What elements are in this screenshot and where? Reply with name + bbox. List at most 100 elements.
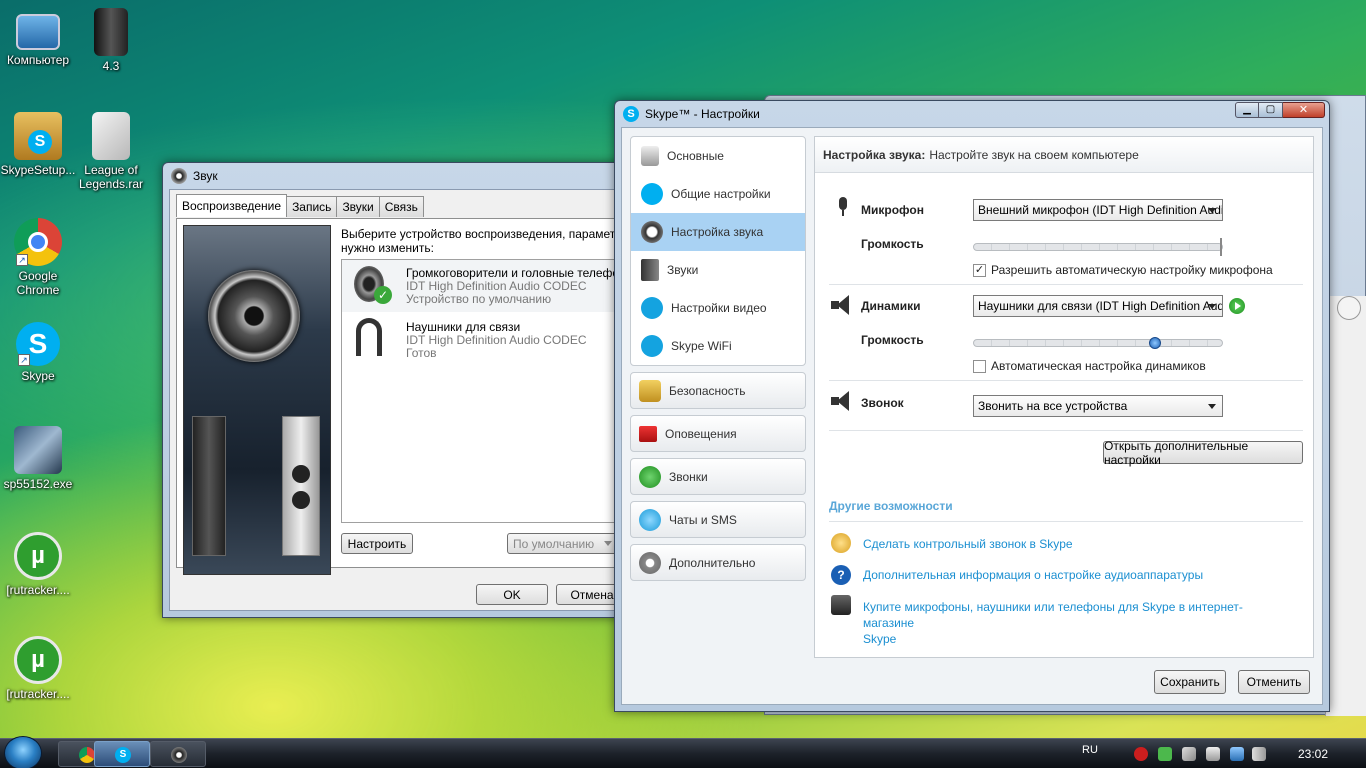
usb-icon[interactable] — [1206, 747, 1220, 761]
microphone-volume-thumb[interactable] — [1220, 238, 1222, 256]
nav-item-audio-settings[interactable]: Настройка звука — [631, 213, 805, 251]
desktop-icon-google-chrome[interactable]: ↗ Google Chrome — [0, 218, 76, 297]
device-row-headphones[interactable]: Наушники для связи IDT High Definition A… — [342, 314, 630, 364]
nav-group-general: Основные Общие настройки Настройка звука… — [630, 136, 806, 366]
play-test-button[interactable] — [1229, 298, 1245, 314]
speaker-illustration — [183, 225, 331, 575]
divider — [829, 430, 1303, 431]
minimize-button[interactable]: ▁ — [1235, 102, 1259, 118]
maximize-button[interactable]: ▢ — [1259, 102, 1283, 118]
skype-icon: S ↗ — [16, 322, 60, 366]
close-button[interactable]: ✕ — [1283, 102, 1325, 118]
desktop-icon-skypesetup[interactable]: S SkypeSetup... — [0, 112, 76, 177]
microphone-auto-checkbox[interactable]: ✓ Разрешить автоматическую настройку мик… — [973, 263, 1273, 277]
desktop-icon-rutracker-2[interactable]: µ [rutracker.... — [0, 636, 76, 701]
checkbox-box[interactable] — [973, 359, 986, 373]
ringer-select[interactable]: Звонить на все устройства — [973, 395, 1223, 417]
set-default-button[interactable]: По умолчанию — [507, 533, 617, 554]
nav-item-general[interactable]: Основные — [631, 137, 805, 175]
network-icon[interactable] — [1230, 747, 1244, 761]
test-call-icon — [831, 533, 851, 553]
clock[interactable]: 23:02 — [1298, 747, 1328, 761]
speakers-select[interactable]: Наушники для связи (IDT High Definition … — [973, 295, 1223, 317]
play-icon — [1235, 302, 1241, 310]
nav-item-chats-sms[interactable]: Чаты и SMS — [630, 501, 806, 538]
shield-check-icon[interactable] — [1158, 747, 1172, 761]
speaker-icon — [831, 295, 851, 315]
other-options-title: Другие возможности — [829, 499, 953, 513]
gear-icon — [639, 551, 661, 574]
device-row-speakers[interactable]: ✓ Громкоговорители и головные телефоны I… — [342, 260, 630, 312]
desktop-icon-4-3[interactable]: 4.3 — [73, 8, 149, 73]
nav-item-sounds[interactable]: Звуки — [631, 251, 805, 289]
speakers-auto-checkbox[interactable]: Автоматическая настройка динамиков — [973, 359, 1206, 373]
chrome-icon — [79, 747, 95, 763]
installer-icon: S — [14, 112, 62, 160]
taskbar: S RU 23:02 — [0, 736, 1366, 768]
lock-icon — [639, 379, 661, 402]
desktop-icon-computer[interactable]: Компьютер — [0, 8, 76, 67]
chevron-down-icon — [604, 541, 612, 546]
speakers-label: Динамики — [861, 299, 921, 313]
tab-recording[interactable]: Запись — [286, 196, 338, 217]
nav-item-calls[interactable]: Звонки — [630, 458, 806, 495]
speaker-icon — [641, 259, 659, 281]
desktop-icon-sp55152[interactable]: sp55152.exe — [0, 426, 76, 491]
nav-button[interactable] — [1337, 296, 1361, 320]
nav-item-advanced[interactable]: Дополнительно — [630, 544, 806, 581]
divider — [829, 521, 1303, 522]
taskbar-skype[interactable]: S — [94, 741, 150, 767]
ringer-label: Звонок — [861, 396, 904, 410]
panel-header: Настройка звука: Настройте звук на своем… — [815, 137, 1313, 173]
sound-window: Звук Воспроизведение Запись Звуки Связь … — [162, 162, 632, 618]
desktop-icon-rutracker-1[interactable]: µ [rutracker.... — [0, 532, 76, 597]
tab-playback[interactable]: Воспроизведение — [176, 194, 288, 217]
ok-button[interactable]: OK — [476, 584, 548, 605]
cancel-button[interactable]: Отменить — [1238, 670, 1310, 694]
speakers-volume-slider[interactable] — [973, 337, 1223, 349]
speakers-volume-thumb[interactable] — [1148, 337, 1161, 349]
checkbox-box[interactable]: ✓ — [973, 263, 986, 277]
language-indicator[interactable]: RU — [1082, 744, 1098, 756]
taskbar-sound[interactable] — [150, 741, 206, 767]
nav-item-video-settings[interactable]: Настройки видео — [631, 289, 805, 327]
skype-icon — [641, 183, 663, 205]
test-call-link[interactable]: Сделать контрольный звонок в Skype — [863, 537, 1073, 551]
chevron-down-icon — [1208, 404, 1216, 409]
antivirus-icon[interactable] — [1134, 747, 1148, 761]
configure-button[interactable]: Настроить — [341, 533, 413, 554]
desktop-icon-league-of-legends[interactable]: League of Legends.rar — [73, 112, 149, 191]
save-button[interactable]: Сохранить — [1154, 670, 1226, 694]
network-disabled-icon[interactable] — [1182, 747, 1196, 761]
utorrent-icon: µ — [14, 636, 62, 684]
default-check-icon: ✓ — [374, 286, 392, 304]
volume-icon[interactable] — [1252, 747, 1266, 761]
skype-titlebar[interactable]: S Skype™ - Настройки ▁ ▢ ✕ — [615, 101, 1329, 127]
tab-sounds[interactable]: Звуки — [336, 196, 380, 217]
desktop-icon-skype[interactable]: S ↗ Skype — [0, 322, 76, 383]
audio-help-link[interactable]: Дополнительная информация о настройке ау… — [863, 568, 1203, 582]
nav-item-security[interactable]: Безопасность — [630, 372, 806, 409]
tab-communications[interactable]: Связь — [378, 196, 424, 217]
nav-item-skype-wifi[interactable]: Skype WiFi — [631, 327, 805, 365]
open-advanced-settings-button[interactable]: Открыть дополнительные настройки — [1103, 439, 1303, 467]
nav-item-notifications[interactable]: Оповещения — [630, 415, 806, 452]
video-icon — [641, 297, 663, 319]
settings-nav: Основные Общие настройки Настройка звука… — [630, 136, 806, 581]
microphone-volume-slider[interactable] — [973, 238, 1223, 256]
utorrent-icon: µ — [14, 532, 62, 580]
wifi-icon — [641, 335, 663, 357]
speaker-icon — [171, 168, 187, 184]
headphones-icon — [356, 318, 382, 356]
nav-item-general-settings[interactable]: Общие настройки — [631, 175, 805, 213]
window-title: Skype™ - Настройки — [645, 107, 760, 121]
start-button[interactable] — [4, 736, 42, 768]
playback-panel: Выберите устройство воспроизведения, пар… — [176, 218, 631, 575]
skype-icon: S — [623, 106, 639, 122]
shop-link[interactable]: Купите микрофоны, наушники или телефоны … — [863, 599, 1293, 647]
sound-body: Воспроизведение Запись Звуки Связь Выбер… — [169, 189, 631, 611]
sound-titlebar[interactable]: Звук — [163, 163, 631, 189]
shop-icon — [831, 595, 851, 615]
general-icon — [641, 146, 659, 166]
microphone-select[interactable]: Внешний микрофон (IDT High Definition Au… — [973, 199, 1223, 221]
